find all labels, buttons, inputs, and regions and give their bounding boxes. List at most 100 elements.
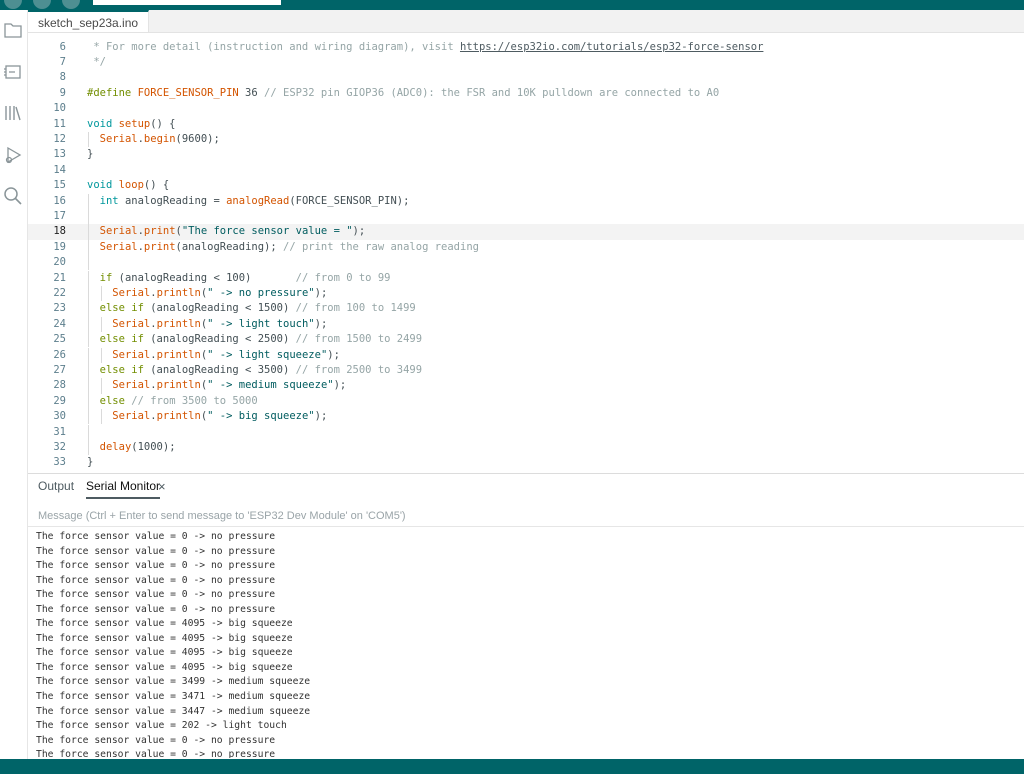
code-token: Serial [112, 379, 151, 392]
code-line: 23 else if (analogReading < 1500) // fro… [28, 301, 1024, 317]
code-line: 8 [28, 70, 1024, 85]
code-token: print [143, 240, 176, 253]
code-token: ); [333, 379, 347, 392]
code-token: */ [87, 55, 106, 68]
line-code: else if (analogReading < 3500) // from 2… [87, 363, 422, 378]
code-token: ); [327, 348, 340, 361]
code-line: 28 Serial.println(" -> medium squeeze"); [28, 378, 1024, 394]
folder-icon[interactable] [2, 19, 24, 41]
line-number: 17 [53, 209, 66, 222]
code-line: 7 */ [28, 55, 1024, 70]
code-line: 31 [28, 424, 1024, 440]
code-token: void [87, 179, 119, 192]
code-line: 21 if (analogReading < 100) // from 0 to… [28, 270, 1024, 286]
line-number: 8 [59, 71, 66, 84]
log-line: The force sensor value = 3499 -> medium … [36, 676, 311, 688]
code-token: ); [314, 317, 328, 330]
code-line: 22 Serial.println(" -> no pressure"); [28, 285, 1024, 302]
code-token: ); [314, 286, 328, 299]
code-line: 11 void setup() { [28, 117, 1024, 132]
code-token: analogRead [226, 194, 290, 207]
code-token: (analogReading < 3500) [150, 363, 296, 376]
bottom-panel: Output Serial Monitor × Message (Ctrl + … [28, 473, 1024, 760]
line-code: else if (analogReading < 2500) // from 1… [87, 332, 422, 347]
line-code: Serial.println(" -> light squeeze"); [87, 348, 340, 363]
line-code: */ [87, 55, 106, 70]
title-bar [0, 0, 1024, 10]
code-line: 19 Serial.print(analogReading); // print… [28, 239, 1024, 256]
code-token: " -> no pressure" [207, 286, 315, 299]
debug-button[interactable] [62, 0, 80, 9]
code-line: 10 [28, 101, 1024, 116]
log-line: The force sensor value = 4095 -> big squ… [36, 632, 293, 644]
code-token[interactable]: https://esp32io.com/tutorials/esp32-forc… [460, 41, 763, 53]
code-token: analogReading = [124, 194, 227, 207]
code-token: (9600); [175, 132, 220, 145]
board-icon[interactable] [2, 61, 24, 83]
code-token: println [156, 286, 201, 299]
message-input[interactable]: Message (Ctrl + Enter to send message to… [38, 507, 1014, 525]
code-line: 6 * For more detail (instruction and wir… [28, 40, 1024, 55]
code-line: 17 [28, 208, 1024, 225]
tab-serial-monitor[interactable]: Serial Monitor [86, 474, 161, 499]
code-token: Serial [112, 410, 151, 423]
log-line: The force sensor value = 0 -> no pressur… [36, 589, 276, 601]
code-token: " -> big squeeze" [207, 410, 315, 423]
line-code: if (analogReading < 100) // from 0 to 99 [87, 271, 391, 286]
line-number: 13 [53, 148, 66, 161]
code-line: 15 void loop() { [28, 178, 1024, 193]
code-token: // print the raw analog reading [283, 240, 479, 253]
log-line: The force sensor value = 0 -> no pressur… [36, 734, 276, 746]
verify-button[interactable] [4, 0, 22, 9]
line-code: } [87, 455, 93, 470]
library-icon[interactable] [2, 102, 24, 124]
code-token: () { [143, 179, 170, 192]
code-token: " -> medium squeeze" [207, 379, 334, 392]
code-token: } [87, 148, 94, 161]
code-editor[interactable]: 6 * For more detail (instruction and wir… [28, 33, 1024, 473]
file-tab[interactable]: sketch_sep23a.ino [28, 10, 150, 32]
debug-icon[interactable] [2, 144, 24, 166]
search-icon[interactable] [2, 185, 24, 207]
log-line: The force sensor value = 4095 -> big squ… [36, 618, 293, 630]
line-code: Serial.begin(9600); [87, 132, 220, 147]
board-selector[interactable] [93, 0, 281, 5]
code-token: else if [99, 363, 151, 376]
code-token: FORCE_SENSOR_PIN [137, 86, 239, 99]
code-token: Serial [112, 317, 151, 330]
code-token: } [87, 456, 94, 469]
log-line: The force sensor value = 0 -> no pressur… [36, 749, 276, 758]
code-token: Serial [99, 225, 138, 238]
log-line: The force sensor value = 0 -> no pressur… [36, 560, 276, 572]
code-token: setup [118, 117, 151, 130]
line-code: Serial.println(" -> big squeeze"); [87, 409, 327, 424]
line-code: else if (analogReading < 1500) // from 1… [87, 301, 416, 316]
tab-serial-monitor-label: Serial Monitor [86, 479, 161, 493]
code-line: 18 Serial.print("The force sensor value … [28, 224, 1024, 240]
log-line: The force sensor value = 3471 -> medium … [36, 691, 311, 703]
code-token: ); [314, 410, 328, 423]
close-icon[interactable]: × [158, 474, 166, 499]
upload-button[interactable] [33, 0, 51, 9]
code-token: println [156, 410, 201, 423]
line-code: * For more detail (instruction and wirin… [87, 40, 763, 55]
log-line: The force sensor value = 4095 -> big squ… [36, 647, 293, 659]
code-line: 16 int analogReading = analogRead(FORCE_… [28, 193, 1024, 209]
active-tab-indicator [86, 497, 161, 499]
line-code: Serial.println(" -> light touch"); [87, 317, 327, 332]
line-number: 30 [53, 410, 66, 423]
line-number: 26 [53, 348, 66, 361]
line-number: 14 [53, 163, 66, 176]
code-token: ); [352, 225, 366, 238]
line-code: void loop() { [87, 178, 169, 193]
line-number: 22 [53, 286, 66, 299]
code-token: if [99, 271, 119, 284]
code-token: (analogReading < 100) [118, 271, 296, 284]
tab-output[interactable]: Output [38, 474, 74, 499]
line-number: 11 [53, 117, 66, 130]
line-number: 31 [53, 425, 66, 438]
